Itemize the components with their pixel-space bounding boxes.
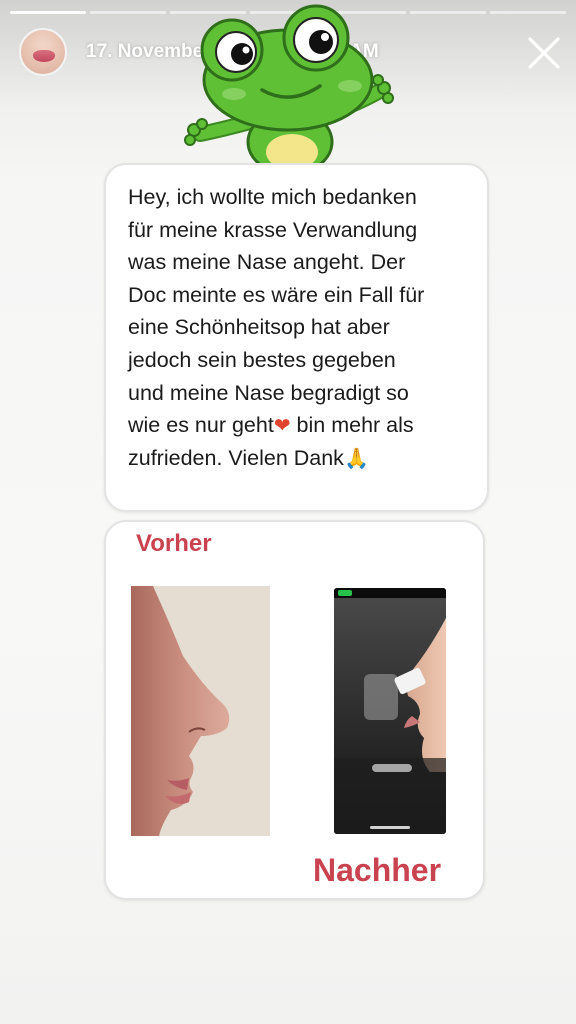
message-text: Hey, ich wollte mich bedanken für meine …: [128, 181, 478, 474]
frog-sticker[interactable]: [180, 2, 400, 176]
after-label: Nachher: [313, 852, 442, 888]
progress-segment: [10, 11, 86, 14]
progress-segment: [410, 11, 486, 14]
message-line: jedoch sein bestes gegeben: [128, 347, 396, 372]
message-line-with-heart: wie es nur geht❤ bin mehr als: [128, 409, 478, 442]
message-line: und meine Nase begradigt so: [128, 380, 409, 405]
heart-emoji-icon: ❤: [273, 413, 291, 438]
message-line: Doc meinte es wäre ein Fall für: [128, 282, 425, 307]
message-line: eine Schönheitsop hat aber: [128, 315, 390, 340]
message-line: für meine krasse Verwandlung: [128, 217, 418, 242]
before-label: Vorher: [136, 530, 212, 557]
avatar-lips: [33, 50, 55, 62]
message-line-part: zufrieden. Vielen Dank: [128, 445, 344, 470]
after-photo: [334, 588, 446, 834]
message-line: Hey, ich wollte mich bedanken: [128, 185, 417, 209]
close-icon: [528, 37, 560, 69]
progress-segment: [490, 11, 566, 14]
message-card: Hey, ich wollte mich bedanken für meine …: [104, 163, 489, 512]
before-after-card: Vorher Nachher: [104, 520, 485, 900]
close-button[interactable]: [524, 33, 564, 73]
praying-hands-emoji-icon: 🙏: [343, 445, 369, 470]
message-line-part: bin mehr als: [290, 413, 414, 438]
avatar[interactable]: [19, 28, 67, 76]
before-photo: [131, 586, 270, 836]
progress-segment: [90, 11, 166, 14]
message-line-part: wie es nur geht: [128, 413, 274, 438]
message-line: was meine Nase angeht. Der: [128, 250, 406, 275]
message-line-with-hands: zufrieden. Vielen Dank🙏: [128, 442, 478, 475]
progress-fill: [10, 11, 86, 14]
